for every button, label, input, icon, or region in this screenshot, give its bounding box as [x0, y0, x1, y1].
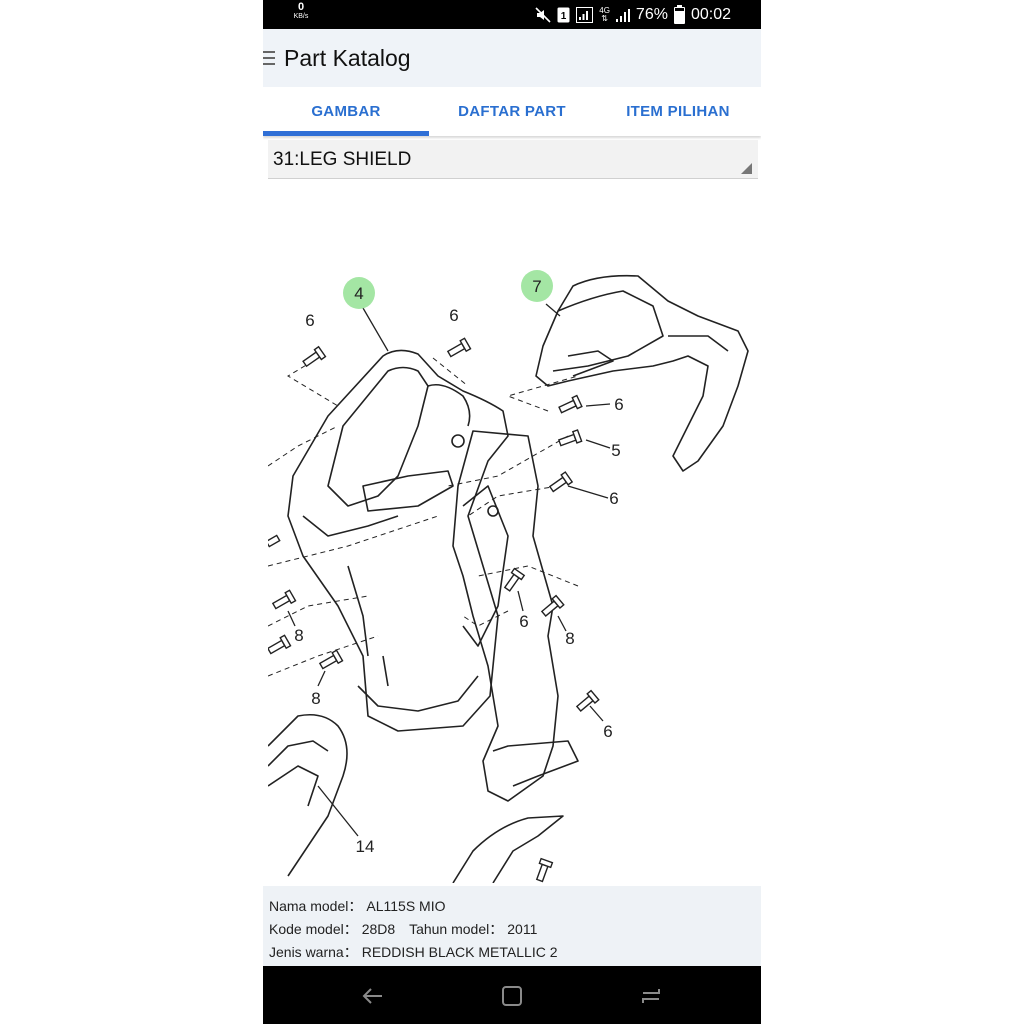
model-year-value: 2011 [507, 921, 538, 937]
callout-6[interactable]: 6 [449, 306, 458, 325]
model-code-value: 28D8 [361, 921, 396, 937]
signal-box-icon [576, 7, 594, 23]
model-name-row: Nama model： AL115S MIO [269, 896, 446, 916]
sim-icon: 1 [557, 7, 570, 23]
battery-icon [673, 4, 685, 24]
part-group-selected: 31:LEG SHIELD [273, 149, 412, 170]
data-speed-value: 0 [297, 1, 305, 13]
model-name-value: AL115S MIO [366, 898, 446, 914]
callout-6[interactable]: 6 [614, 395, 623, 414]
page-title: Part Katalog [284, 45, 411, 71]
callout-8[interactable]: 8 [294, 626, 303, 645]
battery-percent: 76% [635, 6, 668, 23]
phone-screen: 0 KB/s 1 4G ⇅ 76% 00:02 Part Katalog GAM… [263, 0, 761, 1024]
callout-8[interactable]: 8 [311, 689, 320, 708]
network-type-icon: 4G ⇅ [599, 6, 610, 23]
leg-shield-front-outline [287, 349, 509, 732]
color-label: Jenis warna： [269, 944, 358, 960]
callout-6[interactable]: 6 [519, 612, 528, 631]
callout-6[interactable]: 6 [603, 722, 612, 741]
model-code-label: Kode model： [269, 921, 358, 937]
home-square-icon[interactable] [499, 983, 525, 1009]
parts-diagram[interactable]: 4 7 6 6 6 5 6 6 8 8 8 6 14 [268, 186, 760, 883]
system-nav-bar [263, 966, 761, 1024]
callout-6[interactable]: 6 [305, 311, 314, 330]
data-speed-unit: KB/s [293, 13, 309, 20]
screws [268, 337, 600, 883]
status-bar: 0 KB/s 1 4G ⇅ 76% 00:02 [263, 0, 761, 29]
dropdown-corner-icon [741, 163, 752, 174]
svg-text:1: 1 [561, 11, 567, 22]
data-speed-indicator: 0 KB/s [291, 1, 311, 21]
exploded-view-drawing: 4 7 6 6 6 5 6 6 8 8 8 6 14 [268, 270, 749, 883]
color-value: REDDISH BLACK METALLIC 2 [361, 944, 558, 960]
tab-bar: GAMBAR DAFTAR PART ITEM PILIHAN [263, 87, 761, 136]
inner-panel-outline [452, 430, 559, 802]
side-cover-outline [268, 713, 348, 877]
callout-4[interactable]: 4 [354, 284, 363, 303]
clock: 00:02 [690, 6, 731, 23]
color-row: Jenis warna： REDDISH BLACK METALLIC 2 [269, 942, 558, 962]
model-info-panel: Nama model： AL115S MIO Kode model： 28D8 Ta… [263, 886, 761, 966]
callout-14[interactable]: 14 [356, 837, 375, 856]
network-type-label: 4G [599, 6, 610, 15]
callout-8[interactable]: 8 [565, 629, 574, 648]
app-bar: Part Katalog [263, 29, 761, 87]
fender-outline [452, 815, 564, 883]
hamburger-menu-icon[interactable] [263, 51, 275, 65]
callout-5[interactable]: 5 [611, 441, 620, 460]
part-group-dropdown[interactable]: 31:LEG SHIELD [268, 140, 758, 179]
tab-gambar[interactable]: GAMBAR [263, 87, 429, 136]
recents-icon[interactable] [638, 983, 664, 1009]
tab-daftar-part[interactable]: DAFTAR PART [429, 87, 595, 136]
model-code-row: Kode model： 28D8 Tahun model： 2011 [269, 919, 537, 939]
back-arrow-icon[interactable] [360, 983, 386, 1009]
tab-item-pilihan[interactable]: ITEM PILIHAN [595, 87, 761, 136]
callout-6[interactable]: 6 [609, 489, 618, 508]
mute-icon [535, 7, 551, 23]
signal-strength-icon [615, 9, 630, 22]
model-name-label: Nama model： [269, 898, 363, 914]
callout-7[interactable]: 7 [532, 277, 541, 296]
model-year-label: Tahun model： [409, 921, 504, 937]
